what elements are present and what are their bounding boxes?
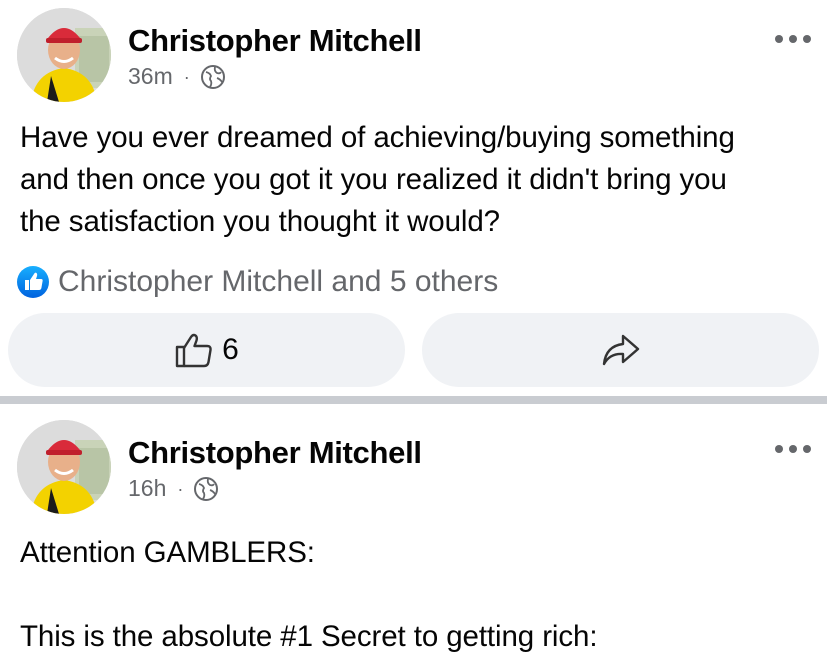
post-divider: [0, 396, 827, 404]
post-text-line: Attention GAMBLERS:: [20, 536, 315, 569]
post-time[interactable]: 16h: [128, 475, 166, 502]
more-options-button[interactable]: [773, 31, 813, 47]
author-name[interactable]: Christopher Mitchell: [128, 23, 422, 59]
post-text-line: This is the absolute #1 Secret to gettin…: [20, 620, 598, 653]
like-count: 6: [222, 333, 239, 366]
globe-icon: [193, 476, 219, 502]
like-button[interactable]: 6: [8, 313, 405, 387]
meta-separator: ·: [183, 66, 190, 87]
more-dots-icon: [775, 445, 811, 453]
avatar[interactable]: [17, 420, 111, 514]
reactions-text: Christopher Mitchell and 5 others: [58, 265, 499, 298]
like-reaction-icon: [16, 265, 50, 299]
post-time[interactable]: 36m: [128, 63, 173, 90]
more-options-button[interactable]: [773, 441, 813, 457]
post-text: Attention GAMBLERS: This is the absolute…: [20, 532, 820, 658]
post-text-line: Have you ever dreamed of achieving/buyin…: [20, 121, 735, 154]
share-button[interactable]: [422, 313, 819, 387]
meta-separator: ·: [177, 478, 184, 499]
post-meta: 36m ·: [128, 63, 226, 90]
avatar-image: [17, 420, 111, 514]
post: Christopher Mitchell 16h · Attention GAM…: [0, 404, 827, 653]
avatar-image: [17, 8, 111, 102]
post-text: Have you ever dreamed of achieving/buyin…: [20, 117, 820, 243]
globe-icon: [200, 64, 226, 90]
avatar[interactable]: [17, 8, 111, 102]
post-text-line: and then once you got it you realized it…: [20, 163, 727, 196]
share-arrow-icon: [601, 333, 641, 367]
reactions-summary[interactable]: Christopher Mitchell and 5 others: [16, 265, 498, 299]
post-text-line: the satisfaction you thought it would?: [20, 205, 500, 238]
more-dots-icon: [775, 35, 811, 43]
post: Christopher Mitchell 36m · Have you ever…: [0, 0, 827, 396]
author-name[interactable]: Christopher Mitchell: [128, 435, 422, 471]
thumbs-up-icon: [174, 331, 214, 369]
post-meta: 16h ·: [128, 475, 219, 502]
